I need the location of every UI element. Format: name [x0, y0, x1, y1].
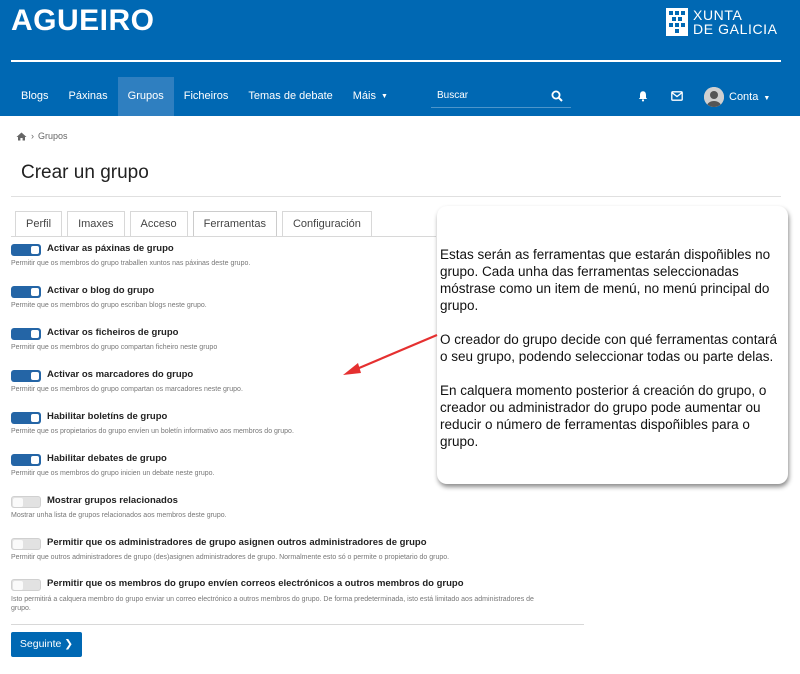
- nav-item-temas-de-debate[interactable]: Temas de debate: [238, 77, 342, 116]
- tabs-divider: [11, 236, 436, 237]
- xunta-logo[interactable]: XUNTA DE GALICIA: [666, 8, 778, 36]
- toggle-debates[interactable]: [11, 454, 41, 466]
- breadcrumb: › Grupos: [16, 131, 68, 141]
- setting-label: Habilitar boletíns de grupo: [47, 411, 168, 422]
- nav-item-grupos[interactable]: Grupos: [117, 77, 174, 116]
- setting-label: Activar os marcadores do grupo: [47, 369, 194, 380]
- setting-label: Permitir que os administradores de grupo…: [47, 537, 427, 548]
- xunta-emblem-icon: [666, 8, 688, 36]
- toggle-correos[interactable]: [11, 579, 41, 591]
- tab-acceso[interactable]: Acceso: [129, 211, 188, 236]
- chevron-down-icon: ▼: [763, 95, 771, 102]
- setting-description: Permitir que os membros do grupo traball…: [11, 260, 251, 267]
- toggle-administradores[interactable]: [11, 538, 41, 550]
- toggle-paxinas[interactable]: [11, 244, 41, 256]
- xunta-line-2: DE GALICIA: [693, 21, 778, 37]
- callout-paragraph: O creador do grupo decide con qué ferram…: [440, 332, 777, 364]
- callout-paragraph: Estas serán as ferramentas que estarán d…: [440, 247, 771, 313]
- setting-description: Isto permitirá a calquera membro do grup…: [11, 596, 534, 612]
- breadcrumb-separator-icon: ›: [31, 131, 34, 141]
- tab-configuracion[interactable]: Configuración: [281, 211, 372, 236]
- toggle-ficheiros[interactable]: [11, 328, 41, 340]
- next-button[interactable]: Seguinte ❯: [11, 632, 82, 657]
- help-callout: Estas serán as ferramentas que estarán d…: [437, 206, 788, 484]
- setting-description: Permite que os membros do grupo escriban…: [11, 302, 207, 309]
- breadcrumb-current: Grupos: [38, 131, 68, 141]
- toggle-grupos-relacionados[interactable]: [11, 496, 41, 508]
- chevron-right-icon: ❯: [64, 638, 74, 650]
- xunta-line-1: XUNTA: [693, 7, 743, 23]
- arrow-icon: [343, 333, 438, 375]
- tab-imaxes[interactable]: Imaxes: [67, 211, 125, 236]
- search-input[interactable]: Buscar: [431, 84, 571, 108]
- setting-label: Activar o blog do grupo: [47, 285, 155, 296]
- account-menu[interactable]: Conta ▼: [729, 87, 770, 109]
- setting-label: Permitir que os membros do grupo envíen …: [47, 578, 464, 589]
- setting-label: Activar os ficheiros de grupo: [47, 327, 179, 338]
- callout-paragraph: En calquera momento posterior á creación…: [440, 383, 767, 449]
- nav-item-mais-label: Máis: [352, 90, 376, 102]
- group-tabs: Perfil Imaxes Acceso Ferramentas Configu…: [15, 211, 372, 236]
- nav-item-mais[interactable]: Máis ▼: [343, 77, 398, 116]
- site-header: AGUEIRO XUNTA DE GALICIA Blogs Páxinas G…: [0, 0, 800, 116]
- bell-icon[interactable]: [637, 90, 649, 102]
- account-label: Conta: [729, 91, 759, 103]
- setting-label: Mostrar grupos relacionados: [47, 495, 178, 506]
- setting-label: Habilitar debates de grupo: [47, 453, 167, 464]
- page-title: Crear un grupo: [21, 162, 149, 183]
- title-divider: [11, 196, 781, 197]
- nav-item-paxinas[interactable]: Páxinas: [59, 77, 118, 116]
- search-icon[interactable]: [551, 90, 563, 102]
- setting-description: Permitir que outros administradores de g…: [11, 554, 450, 561]
- tab-ferramentas[interactable]: Ferramentas: [192, 211, 277, 236]
- toggle-boletins[interactable]: [11, 412, 41, 424]
- tab-perfil[interactable]: Perfil: [15, 211, 63, 236]
- main-nav: Blogs Páxinas Grupos Ficheiros Temas de …: [11, 77, 398, 116]
- setting-label: Activar as páxinas de grupo: [47, 243, 174, 254]
- next-button-label: Seguinte: [19, 638, 62, 650]
- avatar[interactable]: [704, 87, 724, 107]
- nav-item-blogs[interactable]: Blogs: [11, 77, 59, 116]
- home-icon[interactable]: [16, 132, 27, 141]
- header-divider: [11, 60, 781, 62]
- site-brand[interactable]: AGUEIRO: [11, 4, 155, 38]
- mail-icon[interactable]: [671, 91, 683, 101]
- setting-description: Permitir que os membros do grupo inicien…: [11, 470, 215, 477]
- setting-description: Mostrar unha lista de grupos relacionado…: [11, 512, 227, 519]
- toggle-blog[interactable]: [11, 286, 41, 298]
- setting-description: Permite que os propietarios do grupo env…: [11, 428, 294, 435]
- setting-description: Permitir que os membros do grupo compart…: [11, 344, 218, 351]
- nav-item-ficheiros[interactable]: Ficheiros: [174, 77, 239, 116]
- setting-description: Permitir que os membros do grupo compart…: [11, 386, 243, 393]
- form-divider: [11, 624, 584, 625]
- toggle-marcadores[interactable]: [11, 370, 41, 382]
- chevron-down-icon: ▼: [381, 93, 388, 100]
